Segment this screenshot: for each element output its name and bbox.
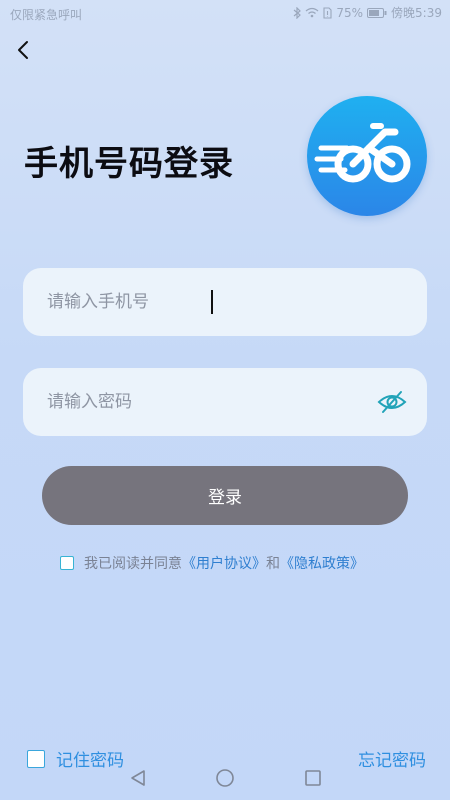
agreement-prefix: 我已阅读并同意 xyxy=(84,556,182,572)
agreement-checkbox[interactable] xyxy=(60,556,74,570)
sim-icon xyxy=(323,6,332,19)
status-bar: 仅限紧急呼叫 75% 傍晚5:39 xyxy=(0,0,450,28)
password-input[interactable] xyxy=(47,368,377,436)
nav-back-icon[interactable] xyxy=(128,768,148,788)
password-field[interactable] xyxy=(23,368,427,436)
battery-percent: 75% xyxy=(336,5,364,20)
password-visibility-toggle[interactable] xyxy=(377,388,407,416)
navigation-bar xyxy=(0,764,450,792)
wifi-icon xyxy=(305,7,319,18)
status-icons: 75% 傍晚5:39 xyxy=(293,4,442,21)
phone-field[interactable] xyxy=(23,268,427,336)
privacy-policy-link[interactable]: 《隐私政策》 xyxy=(280,553,364,573)
bike-logo-icon xyxy=(314,123,411,183)
nav-recent-icon[interactable] xyxy=(303,768,323,788)
battery-icon xyxy=(367,7,387,18)
carrier-text: 仅限紧急呼叫 xyxy=(10,8,83,22)
nav-home-icon[interactable] xyxy=(215,768,235,788)
bluetooth-icon xyxy=(293,6,302,19)
page-title: 手机号码登录 xyxy=(24,144,234,184)
agreement-row: 我已阅读并同意 《用户协议》 和 《隐私政策》 xyxy=(60,553,364,573)
status-time: 傍晚5:39 xyxy=(391,6,442,20)
user-agreement-link[interactable]: 《用户协议》 xyxy=(182,553,266,573)
app-logo xyxy=(307,96,427,216)
agreement-and: 和 xyxy=(266,556,280,572)
eye-hidden-icon xyxy=(377,391,407,413)
back-button[interactable] xyxy=(8,34,40,66)
login-button[interactable]: 登录 xyxy=(42,466,408,525)
back-arrow-icon xyxy=(18,41,28,59)
text-cursor xyxy=(211,290,213,314)
